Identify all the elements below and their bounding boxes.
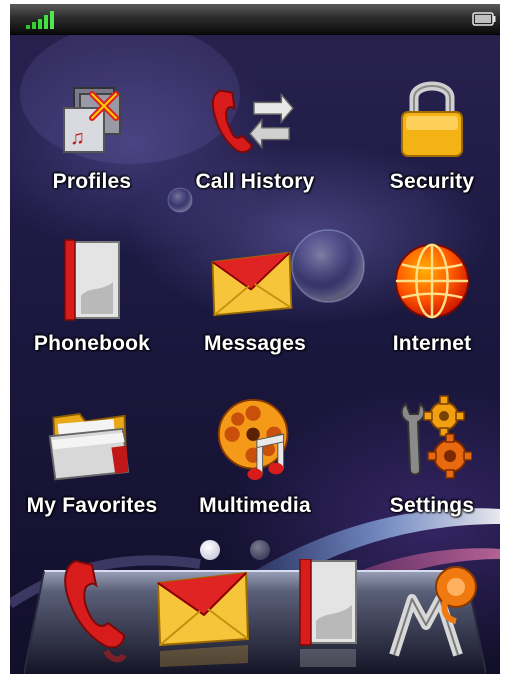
menu-item-label: Internet: [392, 332, 472, 355]
menu-item-internet[interactable]: Internet: [352, 222, 500, 372]
envelope-icon: [156, 571, 250, 667]
menu-item-label: My Favorites: [26, 494, 158, 517]
home-screen: ♫ Profiles Call History Security Phonebo…: [10, 4, 500, 674]
menu-item-label: Phonebook: [33, 332, 151, 355]
dock-phone[interactable]: [46, 559, 146, 674]
menu-item-profiles[interactable]: ♫ Profiles: [12, 60, 172, 210]
battery-icon: [472, 12, 496, 26]
page-dot[interactable]: [250, 540, 270, 560]
motorola-logo-icon: [389, 566, 477, 657]
profiles-icon: ♫: [52, 60, 132, 160]
dock: [24, 558, 486, 674]
film-reel-music-icon: [215, 384, 295, 484]
dock-phonebook[interactable]: [286, 558, 386, 674]
menu-item-multimedia[interactable]: Multimedia: [175, 384, 335, 534]
tools-gears-icon: [392, 384, 472, 484]
svg-text:♫: ♫: [70, 127, 85, 149]
menu-item-label: Settings: [389, 494, 475, 517]
menu-item-settings[interactable]: Settings: [352, 384, 500, 534]
status-bar: [10, 4, 500, 35]
menu-item-label: Profiles: [52, 170, 132, 193]
phonebook-icon: [299, 558, 357, 667]
padlock-icon: [392, 60, 472, 160]
menu-item-security[interactable]: Security: [352, 60, 500, 210]
menu-item-call-history[interactable]: Call History: [175, 60, 335, 210]
phone-handset-icon: [64, 559, 127, 663]
menu-item-messages[interactable]: Messages: [175, 222, 335, 372]
dock-motorola[interactable]: [386, 559, 486, 674]
envelope-icon: [211, 222, 295, 322]
page-dot-active[interactable]: [200, 540, 220, 560]
signal-strength-icon: [26, 11, 54, 29]
phonebook-icon: [52, 222, 132, 322]
menu-item-label: Multimedia: [199, 494, 311, 517]
dock-messages[interactable]: [154, 559, 254, 674]
menu-item-my-favorites[interactable]: My Favorites: [12, 384, 172, 534]
call-history-icon: [211, 60, 295, 160]
menu-item-label: Messages: [204, 332, 306, 355]
globe-icon: [392, 222, 472, 322]
menu-item-phonebook[interactable]: Phonebook: [12, 222, 172, 372]
menu-item-label: Call History: [195, 170, 315, 193]
menu-item-label: Security: [389, 170, 475, 193]
folder-icon: [48, 384, 132, 484]
